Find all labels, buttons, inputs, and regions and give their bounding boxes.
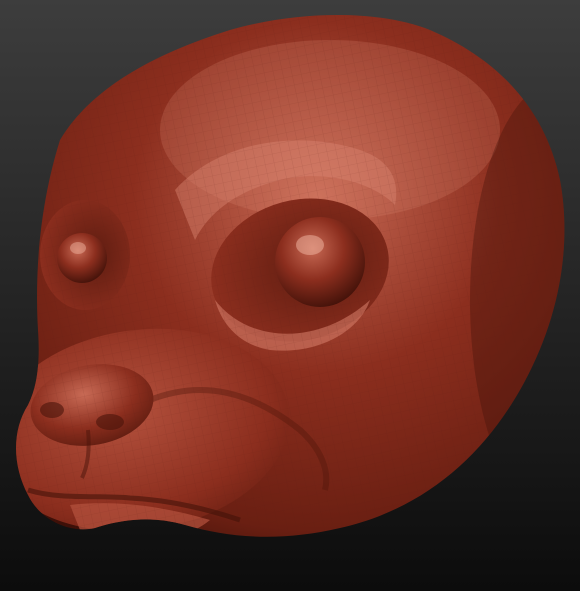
eyeball-left xyxy=(57,233,107,283)
eyeball-right xyxy=(275,217,365,307)
sculpt-canvas[interactable] xyxy=(0,0,580,591)
eyeball-right-highlight xyxy=(296,235,324,255)
sculpt-viewport[interactable] xyxy=(0,0,580,591)
eyeball-left-highlight xyxy=(70,242,86,254)
